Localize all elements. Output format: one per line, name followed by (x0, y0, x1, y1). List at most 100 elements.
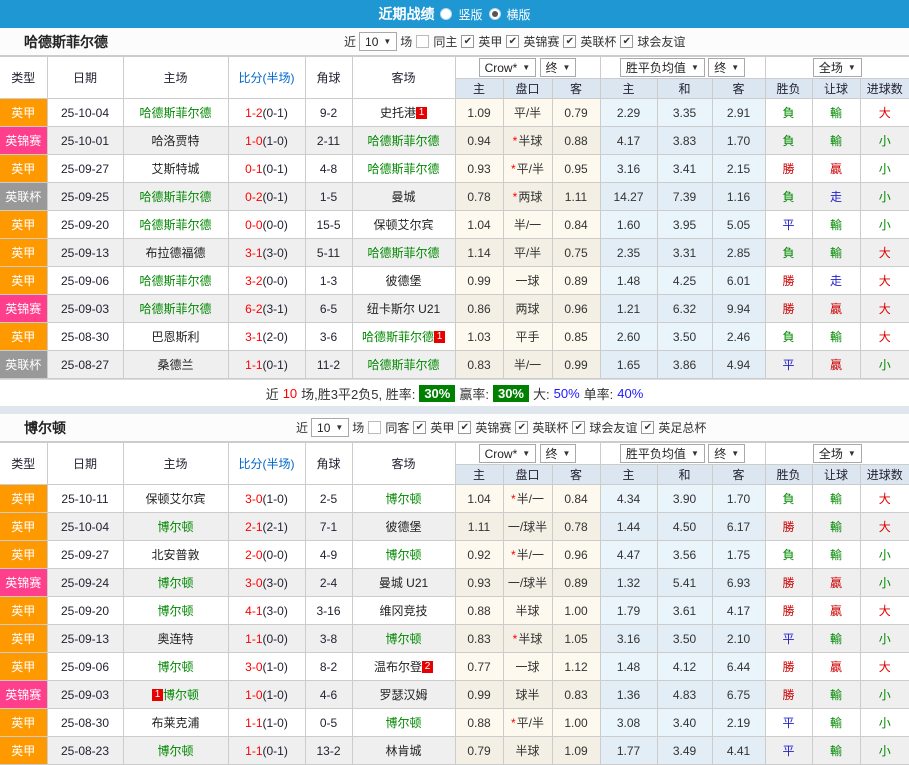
league-checkbox[interactable]: ✔ (563, 35, 577, 48)
bookmaker-select[interactable]: Crow* ▼ (478, 444, 537, 464)
match-count-select-value: 10 (365, 34, 379, 49)
avg-draw: 3.86 (656, 350, 713, 379)
avg-draw: 3.50 (656, 624, 713, 653)
avg-draw: 6.32 (656, 294, 713, 323)
bookmaker-select[interactable]: Crow* ▼ (478, 58, 537, 78)
avg-odds-select[interactable]: 胜平负均值 ▼ (619, 58, 705, 77)
same-venue-label[interactable]: 同客 (385, 419, 409, 436)
horizontal-layout-label[interactable]: 横版 (507, 6, 531, 23)
home-team: 哈德斯菲尔德 (122, 182, 229, 211)
home-team: 博尔顿 (122, 736, 229, 765)
league-checkbox-label[interactable]: 球会友谊 (637, 33, 685, 50)
column-header: 客场 (351, 56, 456, 99)
away-team: 林肯城 (351, 736, 456, 765)
full-time-score: 0-0 (245, 217, 263, 232)
half-time-score: (3-0) (262, 603, 288, 618)
same-venue-checkbox[interactable] (368, 421, 382, 434)
handicap-value: 两球 (518, 190, 543, 204)
home-team: 博尔顿 (122, 512, 229, 541)
league-checkbox[interactable]: ✔ (515, 421, 529, 434)
corners: 1-5 (304, 182, 353, 211)
result-outcome: 平 (764, 736, 813, 765)
filter-games-label: 场 (400, 35, 413, 49)
league-checkbox[interactable]: ✔ (620, 35, 634, 48)
sub-column-header: 盘口 (502, 78, 553, 99)
odds-final-select[interactable]: 终 ▼ (539, 57, 577, 77)
avg-draw: 3.49 (656, 736, 713, 765)
chevron-down-icon: ▼ (690, 63, 699, 72)
vertical-layout-label[interactable]: 竖版 (458, 6, 482, 23)
result-handicap: 走 (811, 266, 861, 295)
corners: 7-1 (304, 512, 353, 541)
chevron-down-icon: ▼ (847, 63, 856, 72)
corners: 0-5 (304, 708, 353, 737)
avg-odds-select[interactable]: 胜平负均值 ▼ (619, 444, 705, 463)
avg-final-select[interactable]: 终 ▼ (708, 58, 746, 77)
odds-handicap: 平手 (502, 322, 553, 351)
league-checkbox[interactable]: ✔ (506, 35, 520, 48)
table-row: 英甲 25-10-04 博尔顿 2-1(2-1) 7-1 彼德堡 1.11 一/球半 0.78 1… (0, 512, 909, 541)
league-checkbox-label[interactable]: 球会友谊 (589, 419, 637, 436)
avg-draw: 3.61 (656, 596, 713, 625)
match-count-select[interactable]: 10 ▼ (359, 32, 398, 51)
sub-column-header: 客 (711, 78, 766, 99)
same-venue-label[interactable]: 同主 (433, 33, 457, 50)
avg-away: 1.16 (711, 182, 766, 211)
league-checkbox-label[interactable]: 英锦赛 (523, 33, 559, 50)
odds-home: 0.88 (454, 708, 504, 737)
avg-draw: 3.83 (656, 126, 713, 155)
league-checkbox-label[interactable]: 英甲 (478, 33, 502, 50)
league-checkbox-label[interactable]: 英甲 (430, 419, 454, 436)
league-checkbox[interactable]: ✔ (461, 35, 475, 48)
league-badge: 英甲 (0, 210, 48, 239)
handicap-star: * (510, 548, 516, 562)
full-match-select[interactable]: 全场 ▼ (812, 444, 862, 463)
league-checkbox[interactable]: ✔ (641, 421, 655, 434)
card-count-badge: 1 (151, 689, 163, 701)
home-team: 博尔顿 (122, 652, 229, 681)
league-checkbox[interactable]: ✔ (572, 421, 586, 434)
league-checkbox-label[interactable]: 英足总杯 (658, 419, 706, 436)
corners: 2-4 (304, 568, 353, 597)
avg-draw: 4.50 (656, 512, 713, 541)
corners: 9-2 (304, 98, 353, 127)
same-venue-checkbox[interactable] (416, 35, 430, 48)
odds-home: 1.04 (454, 210, 504, 239)
result-goals: 小 (859, 210, 909, 239)
away-team-name: 维冈竞技 (379, 604, 428, 618)
chevron-down-icon: ▼ (562, 448, 571, 458)
league-checkbox-label[interactable]: 英锦赛 (475, 419, 511, 436)
horizontal-layout-radio[interactable] (488, 8, 501, 20)
away-team-name: 罗瑟汉姆 (379, 688, 428, 702)
league-checkbox[interactable]: ✔ (458, 421, 472, 434)
avg-away: 6.93 (711, 568, 766, 597)
half-time-score: (0-1) (262, 189, 288, 204)
match-date: 25-09-27 (46, 540, 124, 569)
odds-away: 0.89 (551, 266, 601, 295)
score: 0-0(0-0) (227, 210, 306, 239)
result-goals: 小 (859, 154, 909, 183)
league-checkbox-label[interactable]: 英联杯 (532, 419, 568, 436)
bookmaker-select-value: Crow* (484, 60, 518, 75)
avg-final-select[interactable]: 终 ▼ (708, 444, 746, 463)
league-checkbox-label[interactable]: 英联杯 (580, 33, 616, 50)
odds-final-select[interactable]: 终 ▼ (539, 443, 577, 463)
full-time-score: 1-2 (245, 105, 263, 120)
table-row: 英甲 25-10-04 哈德斯菲尔德 1-2(0-1) 9-2 史托港 1 1.09 平/半 0.… (0, 98, 909, 127)
odds-home: 1.11 (454, 512, 504, 541)
full-match-select[interactable]: 全场 ▼ (812, 58, 862, 77)
league-checkbox[interactable]: ✔ (413, 421, 427, 434)
odds-home: 0.88 (454, 596, 504, 625)
odds-home: 0.99 (454, 266, 504, 295)
score: 3-1(2-0) (227, 322, 306, 351)
column-header: 类型 (0, 56, 48, 99)
home-team-name: 保顿艾尔宾 (145, 492, 206, 506)
match-count-select[interactable]: 10 ▼ (311, 418, 350, 437)
results-table: 类型 日期 主场 比分(半场) 角球 客场 Crow* ▼ 终 ▼ 胜平负均值 ▼ 终 ▼ 全场 ▼ 主盘口… (0, 442, 909, 765)
sub-column-header: 让球 (811, 464, 861, 485)
match-date: 25-09-13 (46, 624, 124, 653)
half-time-score: (0-0) (262, 547, 288, 562)
home-team: 桑德兰 (122, 350, 229, 379)
odds-handicap: 半/一 (502, 210, 553, 239)
vertical-layout-radio[interactable] (440, 8, 453, 20)
